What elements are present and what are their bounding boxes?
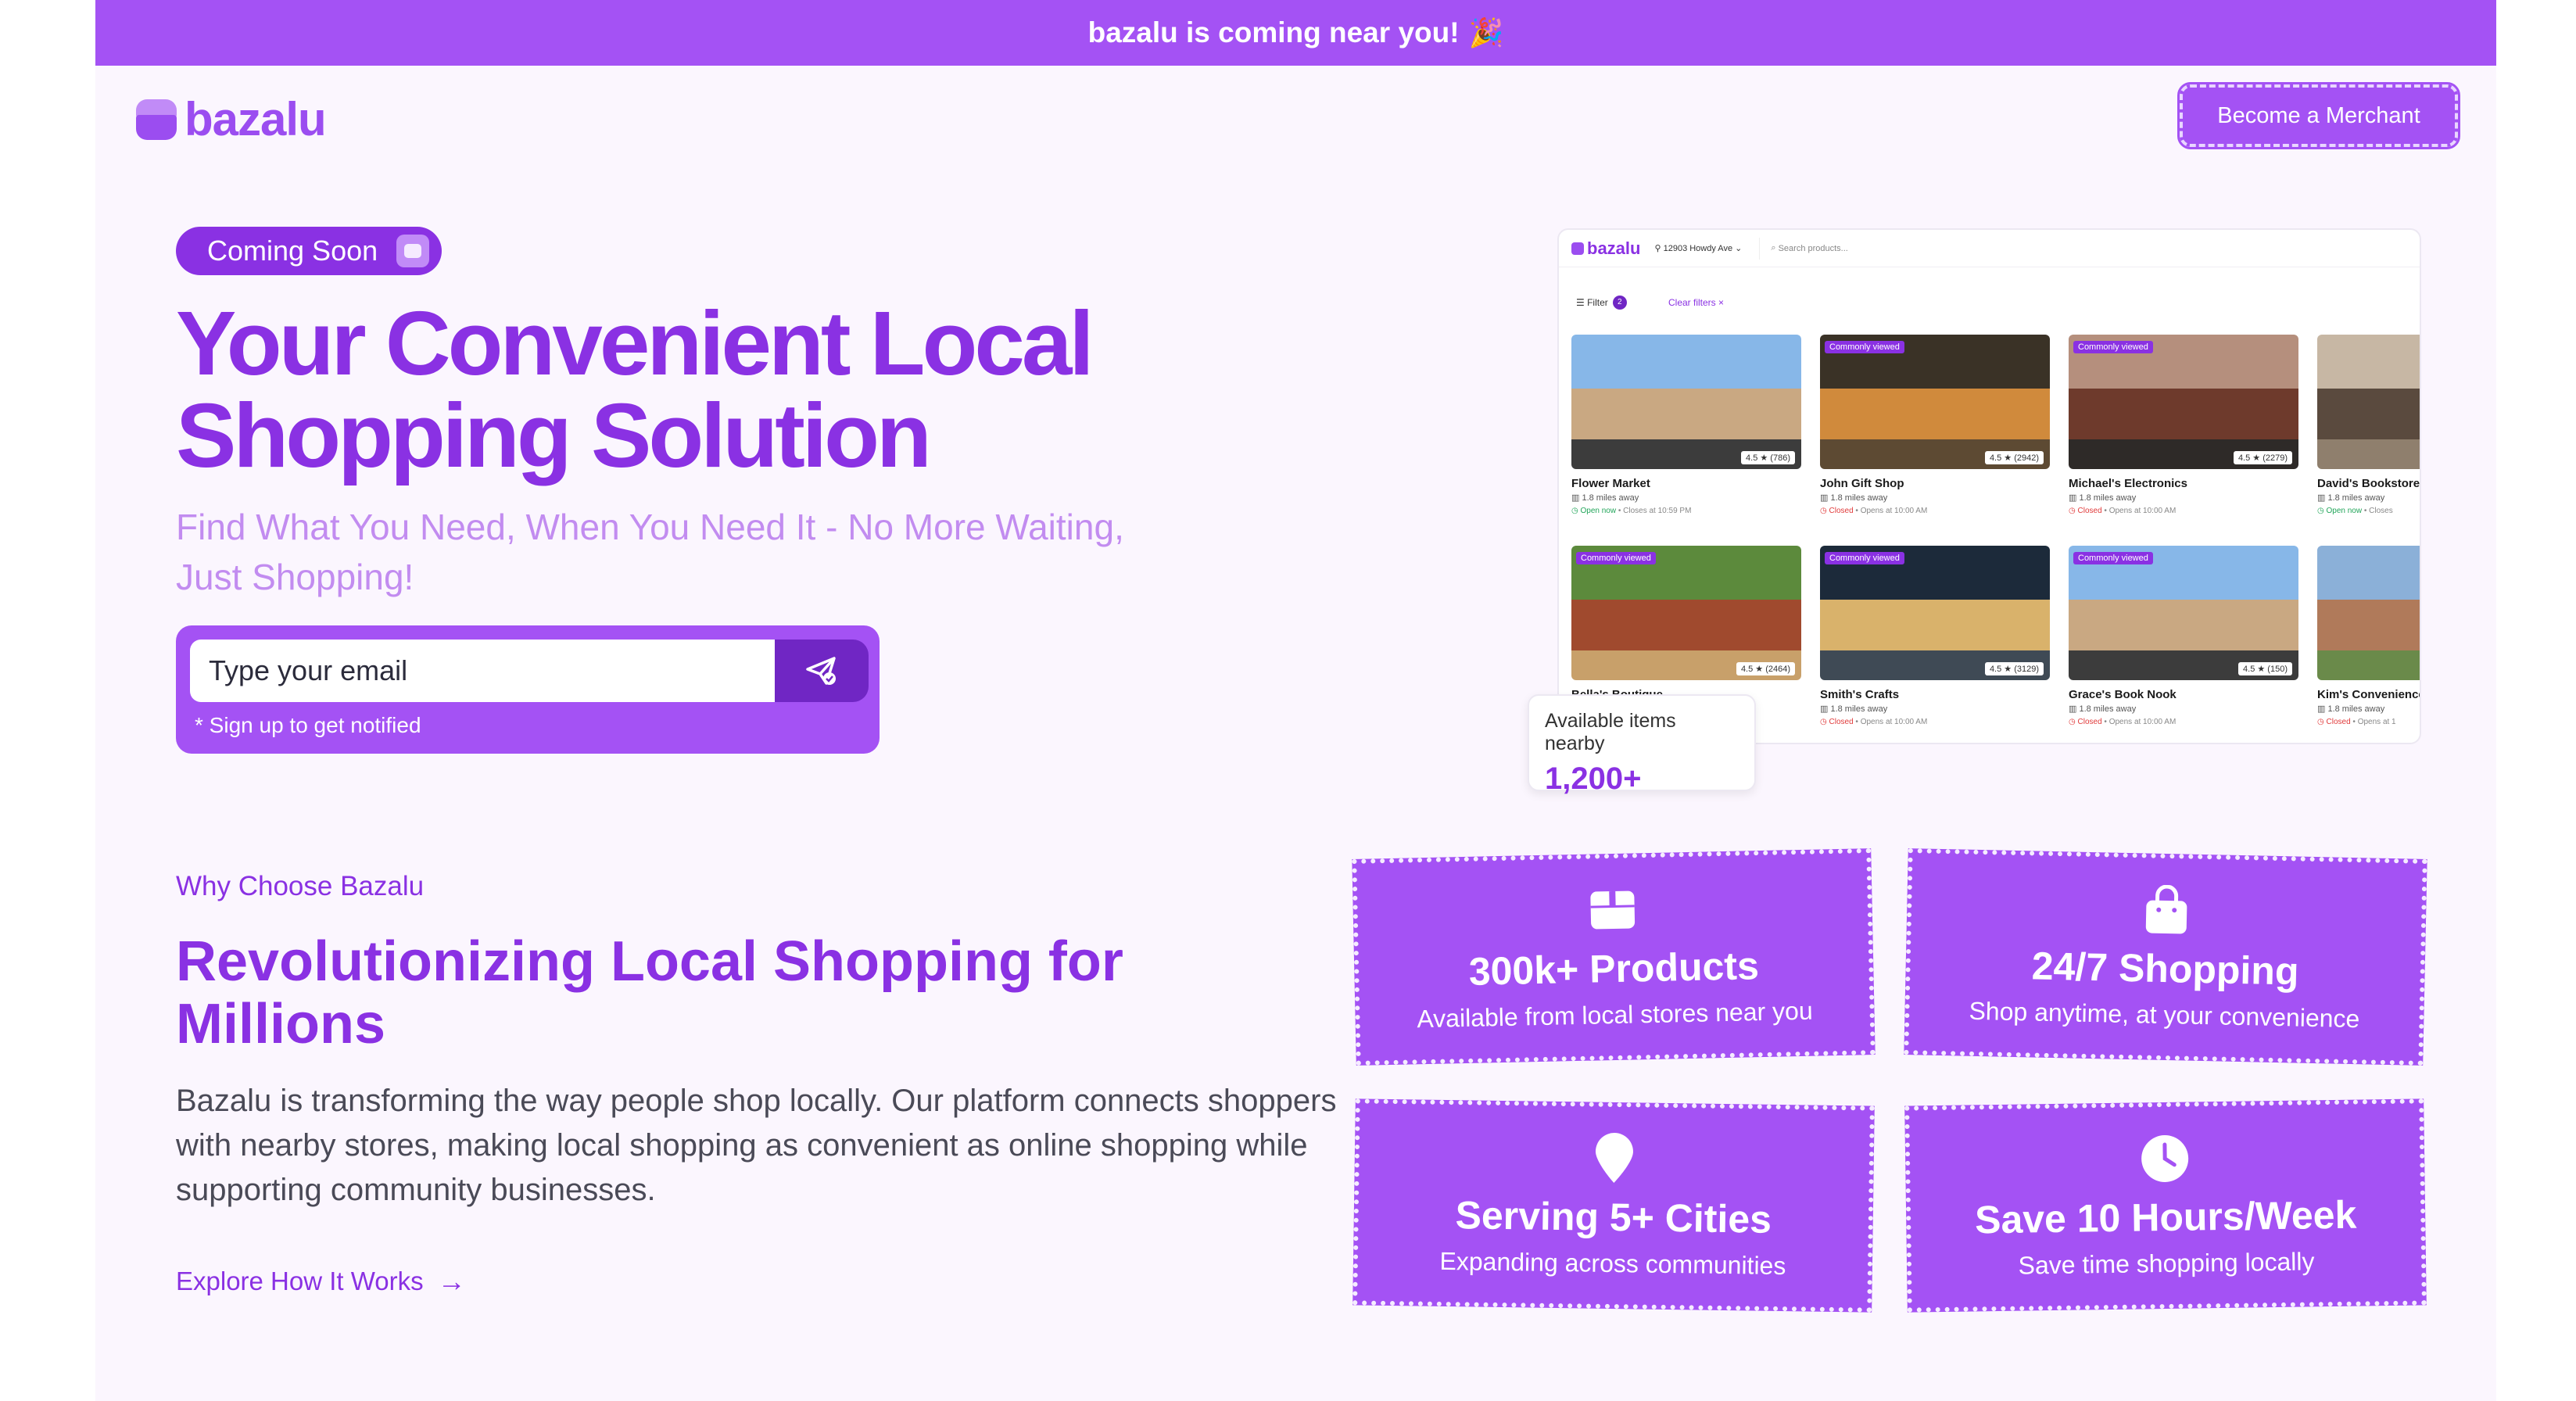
store-name: Michael's Electronics [2069,477,2187,490]
stat-card-time: Save 10 Hours/Week Save time shopping lo… [1904,1098,2427,1313]
email-input[interactable] [190,640,775,702]
preview-clear-filters: Clear filters × [1668,297,1725,308]
store-hours: ◷ Closed • Opens at 10:00 AM [2069,507,2177,515]
preview-search: ⌕ Search products... [1759,237,2369,260]
store-name: Smith's Crafts [1820,688,1900,701]
available-label: Available items nearby [1545,710,1676,754]
stat-desc: Shop anytime, at your convenience [1969,996,2360,1033]
store-distance: ▥ 1.8 miles away [1820,704,1888,714]
store-name: Flower Market [1571,477,1650,490]
preview-logo: bazalu [1571,238,1640,259]
explore-label: Explore How It Works [176,1267,424,1295]
store-rating: 4.5 ★ (2464) [1736,662,1795,675]
stat-title: Serving 5+ Cities [1455,1192,1772,1242]
store-hours: ◷ Closed • Opens at 10:00 AM [1820,718,1928,726]
available-items-card: Available items nearby 1,200+ [1528,694,1756,796]
arrow-right-icon: → [437,1265,466,1297]
store-hours: ◷ Closed • Opens at 10:00 AM [2069,718,2177,726]
store-icon [396,235,430,267]
store-name: John Gift Shop [1820,477,1904,490]
announcement-text: bazalu is coming near you! [1087,16,1460,48]
signup-note: * Sign up to get notified [195,713,421,737]
box-icon [1587,884,1638,935]
store-image: Commonly viewed 4.5 ★ (3129) [1820,546,2050,680]
why-body: Bazalu is transforming the way people sh… [176,1084,1337,1207]
store-image: Commonly viewed 4.5 ★ (2942) [1820,335,2050,469]
stat-card-products: 300k+ Products Available from local stor… [1352,848,1876,1066]
shopping-bag-icon [2141,884,2192,935]
hero-title: Your Convenient Local Shopping Solution [176,297,1349,482]
stat-card-shopping: 24/7 Shopping Shop anytime, at your conv… [1904,848,2427,1066]
preview-filter: ☰ Filter 2 [1576,296,1627,310]
store-card: 4.5 ★ (786) Flower Market ▥ 1.8 miles away… [1571,335,1801,530]
store-card: Kim's Convenience ▥ 1.8 miles away ◷ Close… [2317,546,2421,741]
store-name: Grace's Book Nook [2069,688,2177,701]
explore-link[interactable]: Explore How It Works → [176,1265,466,1298]
store-image: 4.5 ★ (786) [1571,335,1801,469]
store-rating: 4.5 ★ (3129) [1984,662,2044,675]
party-icon: 🎉 [1468,16,1504,48]
store-image: Commonly viewed 4.5 ★ (2279) [2069,335,2298,469]
store-distance: ▥ 1.8 miles away [2317,704,2385,714]
landing-page: bazalu is coming near you! 🎉 bazalu Beco… [95,0,2496,1401]
store-card: Commonly viewed 4.5 ★ (2279) Michael's Ele… [2069,335,2298,530]
coming-soon-badge: Coming Soon [176,227,442,275]
hero-title-line1: Your Convenient Local [176,292,1095,394]
commonly-viewed-badge: Commonly viewed [1825,552,1904,564]
commonly-viewed-badge: Commonly viewed [1825,341,1904,353]
store-card: David's Bookstore ▥ 1.8 miles away ◷ Open … [2317,335,2420,530]
preview-location: ⚲ 12903 Howdy Ave ⌄ [1654,244,1743,253]
app-preview: bazalu ⚲ 12903 Howdy Ave ⌄ ⌕ Search prod… [1557,228,2421,744]
store-hours: ◷ Open now • Closes [2317,507,2393,515]
announcement-bar: bazalu is coming near you! 🎉 [95,0,2496,66]
store-rating: 4.5 ★ (150) [2238,662,2292,675]
become-merchant-button[interactable]: Become a Merchant [2177,82,2460,149]
store-distance: ▥ 1.8 miles away [2317,493,2385,503]
store-rating: 4.5 ★ (2942) [1984,451,2044,464]
store-image: Commonly viewed 4.5 ★ (2464) [1571,546,1801,680]
store-image [2317,335,2420,469]
hero-title-line2: Shopping Solution [176,385,932,486]
store-card: Commonly viewed 4.5 ★ (150) Grace's Book N… [2069,546,2298,741]
stat-desc: Available from local stores near you [1417,996,1814,1033]
preview-topbar: bazalu ⚲ 12903 Howdy Ave ⌄ ⌕ Search prod… [1559,230,2420,267]
store-hours: ◷ Open now • Closes at 10:59 PM [1571,507,1692,515]
store-distance: ▥ 1.8 miles away [1571,493,1639,503]
stat-desc: Expanding across communities [1439,1246,1786,1280]
map-pin-icon [1589,1132,1639,1184]
stat-desc: Save time shopping locally [2018,1246,2315,1280]
commonly-viewed-badge: Commonly viewed [1576,552,1656,564]
store-icon [136,99,177,140]
logo[interactable]: bazalu [136,92,327,146]
stat-card-cities: Serving 5+ Cities Expanding across commu… [1352,1098,1875,1313]
coming-soon-label: Coming Soon [207,235,378,267]
store-card: Commonly viewed 4.5 ★ (3129) Smith's Craft… [1820,546,2050,741]
available-value: 1,200+ [1545,761,1642,796]
signup-form: * Sign up to get notified [176,625,880,754]
store-name: David's Bookstore [2317,477,2420,490]
commonly-viewed-badge: Commonly viewed [2073,552,2153,564]
logo-text: bazalu [185,93,327,145]
store-rating: 4.5 ★ (786) [1741,451,1795,464]
why-label: Why Choose Bazalu [176,871,425,901]
store-rating: 4.5 ★ (2279) [2233,451,2292,464]
commonly-viewed-badge: Commonly viewed [2073,341,2153,353]
store-hours: ◷ Closed • Opens at 1 [2317,718,2396,726]
store-card: Commonly viewed 4.5 ★ (2942) John Gift Sho… [1820,335,2050,530]
stat-title: 300k+ Products [1468,943,1760,994]
stat-title: Save 10 Hours/Week [1974,1192,2357,1242]
store-distance: ▥ 1.8 miles away [2069,493,2137,503]
why-title: Revolutionizing Local Shopping for Milli… [176,930,1123,1055]
store-distance: ▥ 1.8 miles away [2069,704,2137,714]
submit-button[interactable] [775,640,869,702]
stat-title: 24/7 Shopping [2031,943,2300,994]
send-icon [806,657,836,685]
clock-icon [2140,1133,2191,1184]
store-image: Commonly viewed 4.5 ★ (150) [2069,546,2298,680]
store-distance: ▥ 1.8 miles away [1820,493,1888,503]
hero-subtitle: Find What You Need, When You Need It - N… [176,507,1124,597]
store-hours: ◷ Closed • Opens at 10:00 AM [1820,507,1928,515]
store-image [2317,546,2420,680]
store-name: Kim's Convenience [2317,688,2421,701]
